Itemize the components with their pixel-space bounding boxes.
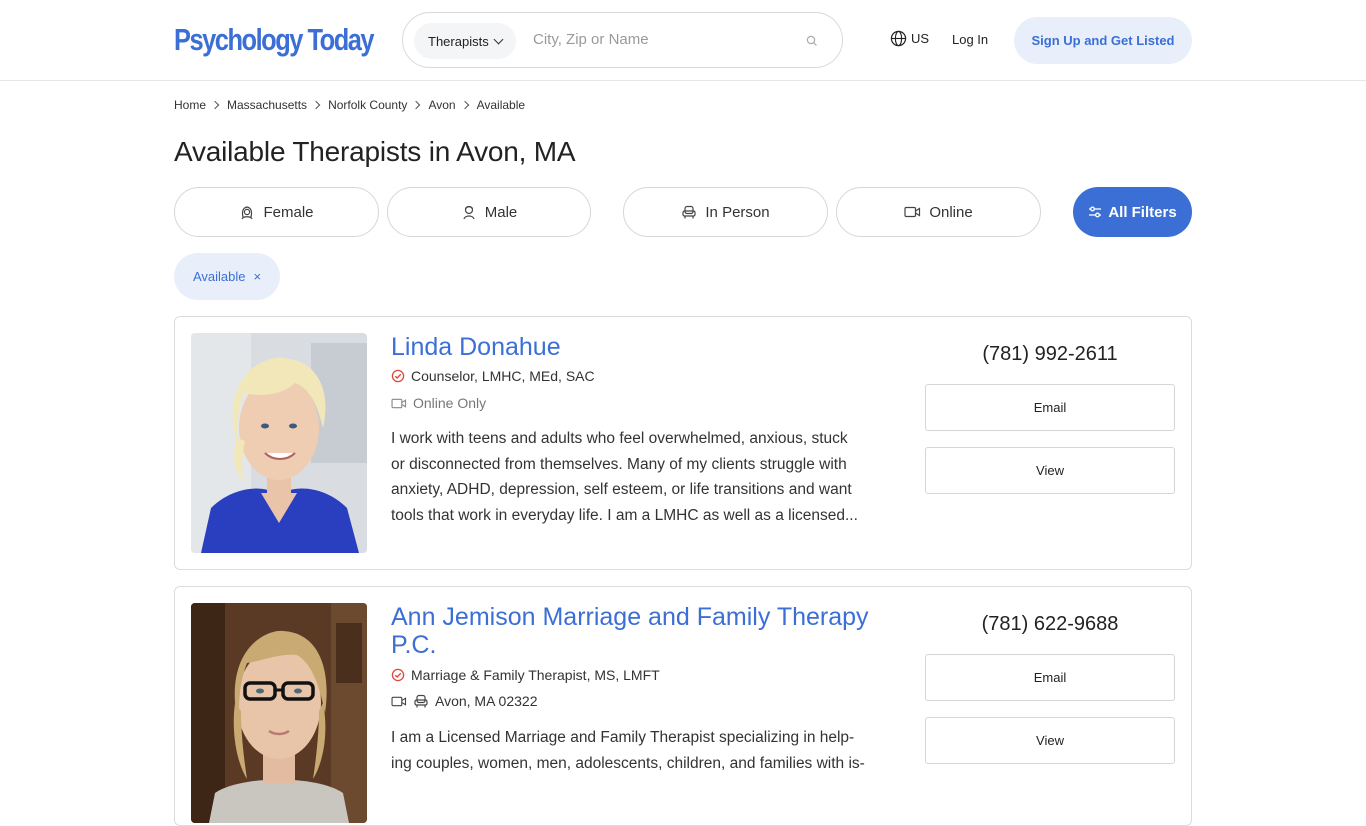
site-header: Psychology Today Therapists US Log In Si…	[0, 0, 1366, 81]
profile-photo[interactable]	[191, 333, 367, 553]
bio-line: I work with teens and adults who feel ov…	[391, 430, 848, 447]
close-icon[interactable]: ×	[253, 269, 261, 284]
listing-card: Linda Donahue Counselor, LMHC, MEd, SAC …	[174, 316, 1192, 570]
filter-in-person-button[interactable]: In Person	[623, 187, 828, 237]
filter-online-button[interactable]: Online	[836, 187, 1041, 237]
listing-credentials: Counselor, LMHC, MEd, SAC	[391, 368, 595, 384]
filter-female-label: Female	[263, 203, 314, 221]
chevron-right-icon	[460, 100, 469, 110]
view-button[interactable]: View	[925, 717, 1175, 764]
breadcrumb-county[interactable]: Norfolk County	[328, 98, 407, 112]
video-camera-icon	[391, 696, 407, 706]
video-camera-icon	[904, 206, 921, 218]
signup-button[interactable]: Sign Up and Get Listed	[1014, 17, 1192, 64]
search-bar: Therapists	[402, 12, 843, 68]
search-input[interactable]	[533, 31, 793, 48]
verified-check-icon	[391, 668, 405, 682]
video-camera-icon	[391, 398, 407, 408]
login-link[interactable]: Log In	[952, 32, 988, 47]
listing-mode: Online Only	[391, 395, 486, 411]
page-title: Available Therapists in Avon, MA	[174, 136, 576, 167]
breadcrumb-city[interactable]: Avon	[428, 98, 455, 112]
breadcrumb-state[interactable]: Massachusetts	[227, 98, 307, 112]
bio-line: or disconnected from themselves. Many of…	[391, 455, 847, 473]
bio-line: tools that work in everyday life. I am a…	[391, 506, 858, 524]
view-button[interactable]: View	[925, 447, 1175, 494]
filter-in-person-label: In Person	[705, 203, 770, 221]
listing-bio: I am a Licensed Marriage and Family Ther…	[391, 725, 896, 776]
listing-card: Ann Jemison Marriage and Family Therapy …	[174, 586, 1192, 826]
locale-label: US	[911, 31, 930, 46]
psychology-today-logo[interactable]: Psychology Today	[174, 20, 375, 60]
all-filters-button[interactable]: All Filters	[1073, 187, 1192, 237]
listing-phone[interactable]: (781) 992-2611	[925, 343, 1175, 366]
credentials-text: Marriage & Family Therapist, MS, LMFT	[411, 667, 660, 683]
bio-line: I am a Licensed Marriage and Family Ther…	[391, 729, 855, 746]
listing-credentials: Marriage & Family Therapist, MS, LMFT	[391, 667, 660, 683]
bio-line: anxiety, ADHD, depression, self esteem, …	[391, 481, 852, 498]
filter-online-label: Online	[929, 203, 973, 221]
verified-check-icon	[391, 369, 405, 383]
email-button[interactable]: Email	[925, 654, 1175, 701]
listing-location: Avon, MA 02322	[391, 693, 537, 709]
filter-female-button[interactable]: Female	[174, 187, 379, 237]
active-filter-chip[interactable]: Available ×	[174, 253, 280, 300]
globe-icon	[890, 30, 907, 47]
email-button[interactable]: Email	[925, 384, 1175, 431]
breadcrumb-current: Available	[476, 98, 526, 112]
armchair-icon	[682, 205, 696, 219]
listing-bio: I work with teens and adults who feel ov…	[391, 426, 896, 528]
breadcrumb: Home Massachusetts Norfolk County Avon A…	[174, 98, 525, 112]
listing-name[interactable]: Ann Jemison Marriage and Family Therapy …	[391, 603, 901, 659]
all-filters-label: All Filters	[1108, 203, 1177, 221]
search-type-dropdown[interactable]: Therapists	[414, 23, 516, 59]
listing-name[interactable]: Linda Donahue	[391, 333, 901, 361]
credentials-text: Counselor, LMHC, MEd, SAC	[411, 368, 595, 384]
listing-phone[interactable]: (781) 622-9688	[925, 613, 1175, 636]
breadcrumb-home[interactable]: Home	[174, 98, 206, 112]
sliders-icon	[1089, 206, 1102, 218]
chevron-right-icon	[210, 100, 220, 110]
filter-male-button[interactable]: Male	[387, 187, 591, 237]
male-icon	[463, 205, 475, 220]
search-type-label: Therapists	[428, 33, 489, 49]
chevron-down-icon	[493, 34, 504, 44]
female-icon	[241, 206, 254, 220]
filter-male-label: Male	[484, 203, 518, 221]
search-icon[interactable]	[806, 35, 818, 47]
armchair-icon	[414, 694, 428, 708]
profile-photo[interactable]	[191, 603, 367, 823]
chevron-right-icon	[311, 100, 321, 110]
chip-label: Available	[192, 269, 246, 284]
chevron-right-icon	[412, 100, 421, 110]
location-text: Avon, MA 02322	[435, 693, 538, 709]
mode-text: Online Only	[413, 395, 487, 411]
bio-line: ing couples, women, men, adolescents, ch…	[391, 754, 865, 772]
locale-selector[interactable]: US	[890, 30, 929, 47]
